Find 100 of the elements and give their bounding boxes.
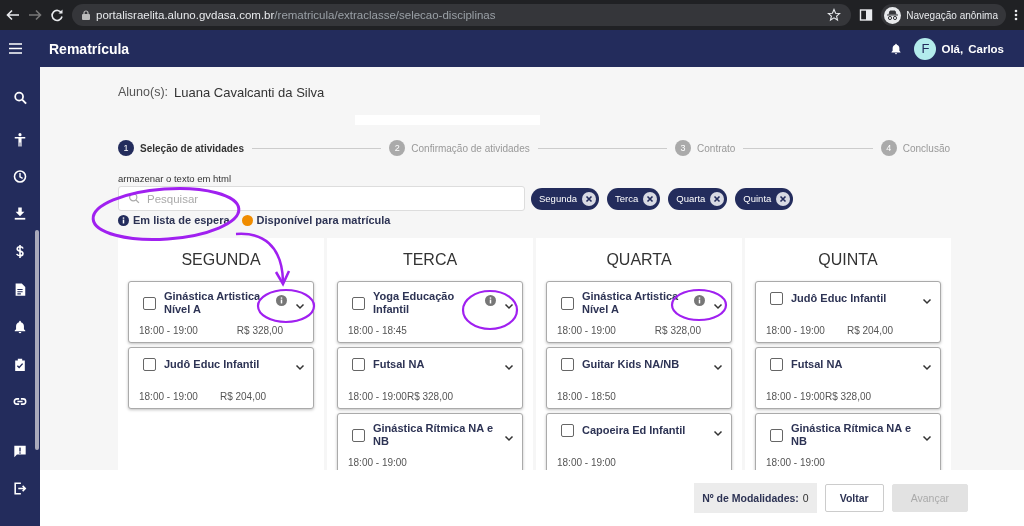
greeting: Olá, — [941, 42, 964, 55]
activity-time: 18:00 - 19:00 — [139, 391, 198, 402]
step-label: Seleção de atividades — [140, 142, 244, 154]
chevron-down-icon[interactable] — [504, 301, 514, 311]
side-panel-icon[interactable] — [859, 8, 874, 22]
activity-card[interactable]: Futsal NA 18:00 - 19:00R$ 328,00 — [755, 347, 941, 409]
remove-icon[interactable] — [776, 191, 791, 206]
chevron-down-icon[interactable] — [922, 362, 932, 372]
chevron-down-icon[interactable] — [713, 362, 723, 372]
activity-card[interactable]: Judô Educ Infantil 18:00 - 19:00 R$ 204,00 — [755, 281, 941, 343]
chevron-down-icon[interactable] — [504, 433, 514, 443]
count-box: Nº de Modalidades: 0 — [694, 483, 817, 513]
activity-card[interactable]: Ginástica Artistica Nível A 18:00 - 19:00 R$ 328,00 — [128, 281, 314, 343]
checkbox[interactable] — [143, 357, 156, 371]
chevron-down-icon[interactable] — [713, 428, 723, 438]
filter-chip[interactable]: Segunda — [531, 187, 600, 210]
user-avatar[interactable]: F — [914, 37, 937, 60]
checkbox[interactable] — [352, 357, 365, 371]
day-title: TERCA — [401, 251, 459, 269]
more-icon[interactable] — [1014, 8, 1018, 22]
remove-icon[interactable] — [582, 191, 597, 206]
chevron-down-icon[interactable] — [504, 362, 514, 372]
student-label: Aluno(s): — [118, 85, 169, 100]
filter-chip[interactable]: Quinta — [735, 187, 794, 210]
chevron-down-icon[interactable] — [295, 301, 305, 311]
incognito-icon — [884, 6, 902, 24]
activity-card[interactable]: Ginástica Rítmica NA e NB 18:00 - 19:00 — [337, 413, 523, 470]
address-bar[interactable]: portalisraelita.aluno.gvdasa.com.br/rematricula/extraclasse/selecao-disciplinas — [72, 4, 852, 26]
info-icon[interactable] — [694, 294, 705, 306]
checkbox[interactable] — [352, 296, 365, 310]
chevron-down-icon[interactable] — [922, 296, 932, 306]
checkbox[interactable] — [561, 296, 574, 310]
activity-card[interactable]: Guitar Kids NA/NB 18:00 - 18:50 — [546, 347, 732, 409]
scrollbar[interactable] — [35, 230, 39, 450]
checkbox[interactable] — [561, 357, 574, 371]
menu-icon[interactable] — [9, 43, 22, 54]
filter-chip[interactable]: Terca — [607, 187, 661, 210]
activity-name: Futsal NA — [791, 357, 844, 371]
star-icon[interactable] — [827, 8, 842, 22]
activity-card[interactable]: Capoeira Ed Infantil 18:00 - 19:00 — [546, 413, 732, 470]
day-title: QUINTA — [817, 251, 879, 269]
activity-time: 18:00 - 19:00 — [139, 325, 198, 336]
activity-card[interactable]: Ginástica Rítmica NA e NB 18:00 - 19:00 — [755, 413, 941, 470]
info-icon[interactable] — [485, 294, 496, 306]
app-title: Rematrícula — [49, 40, 131, 57]
activity-card[interactable]: Ginástica Artistica Nível A 18:00 - 19:00 R$ 328,00 — [546, 281, 732, 343]
activity-time: 18:00 - 19:00 — [766, 457, 825, 468]
student-name: Luana Cavalcanti da Silva — [174, 85, 325, 100]
checkbox[interactable] — [561, 423, 574, 437]
legend-label: Disponível para matrícula — [256, 214, 391, 226]
document-icon[interactable] — [13, 282, 27, 297]
info-icon — [118, 214, 129, 226]
profile-button[interactable]: Navegação anônima — [881, 4, 1006, 26]
bell-icon[interactable] — [13, 319, 27, 334]
remove-icon[interactable] — [643, 191, 658, 206]
forward-icon[interactable] — [28, 8, 42, 22]
download-icon[interactable] — [13, 206, 27, 221]
dot-icon — [241, 214, 253, 226]
activity-name: Futsal NA — [373, 357, 426, 371]
activity-time: 18:00 - 18:45 — [348, 325, 407, 336]
logout-icon[interactable] — [13, 481, 27, 496]
activity-time: 18:00 - 19:00R$ 328,00 — [766, 391, 872, 402]
checkbox[interactable] — [770, 291, 783, 305]
step-number: 3 — [675, 140, 692, 156]
checkbox[interactable] — [770, 357, 783, 371]
chevron-down-icon[interactable] — [295, 362, 305, 372]
info-icon[interactable] — [276, 294, 287, 306]
activity-price: R$ 328,00 — [236, 325, 283, 336]
checkbox[interactable] — [770, 428, 783, 442]
activity-card[interactable]: Yoga Educação Infantil 18:00 - 18:45 — [337, 281, 523, 343]
clipboard-check-icon[interactable] — [13, 357, 27, 372]
back-button[interactable]: Voltar — [824, 484, 884, 512]
search-icon[interactable] — [13, 90, 27, 105]
checkbox[interactable] — [143, 296, 156, 310]
chevron-down-icon[interactable] — [922, 433, 932, 443]
checkbox[interactable] — [352, 428, 365, 442]
remove-icon[interactable] — [710, 191, 725, 206]
activity-name: Guitar Kids NA/NB — [582, 357, 681, 371]
activity-name: Judô Educ Infantil — [164, 357, 261, 371]
chat-icon[interactable] — [13, 444, 27, 459]
bell-icon[interactable] — [890, 42, 903, 55]
activity-time: 18:00 - 19:00 — [557, 325, 616, 336]
chevron-down-icon[interactable] — [713, 301, 723, 311]
dollar-icon[interactable] — [13, 244, 27, 259]
filter-chip[interactable]: Quarta — [668, 187, 728, 210]
step-label: Contrato — [697, 142, 736, 154]
back-icon[interactable] — [6, 8, 20, 22]
person-icon[interactable] — [13, 132, 27, 147]
activity-price: R$ 328,00 — [654, 325, 701, 336]
activity-card[interactable]: Futsal NA 18:00 - 19:00R$ 328,00 — [337, 347, 523, 409]
step-label: Conclusão — [902, 142, 950, 154]
reload-icon[interactable] — [50, 8, 64, 22]
activity-time: 18:00 - 19:00 — [348, 457, 407, 468]
legend-label: Em lista de espera — [133, 214, 230, 226]
activity-name: Ginástica Artistica Nível A — [164, 290, 262, 316]
annotation-circle — [461, 289, 519, 331]
clock-icon[interactable] — [13, 169, 27, 184]
activity-card[interactable]: Judô Educ Infantil 18:00 - 19:00 R$ 204,00 — [128, 347, 314, 409]
search-field[interactable]: Pesquisar — [118, 186, 525, 211]
day-title: SEGUNDA — [180, 251, 262, 269]
